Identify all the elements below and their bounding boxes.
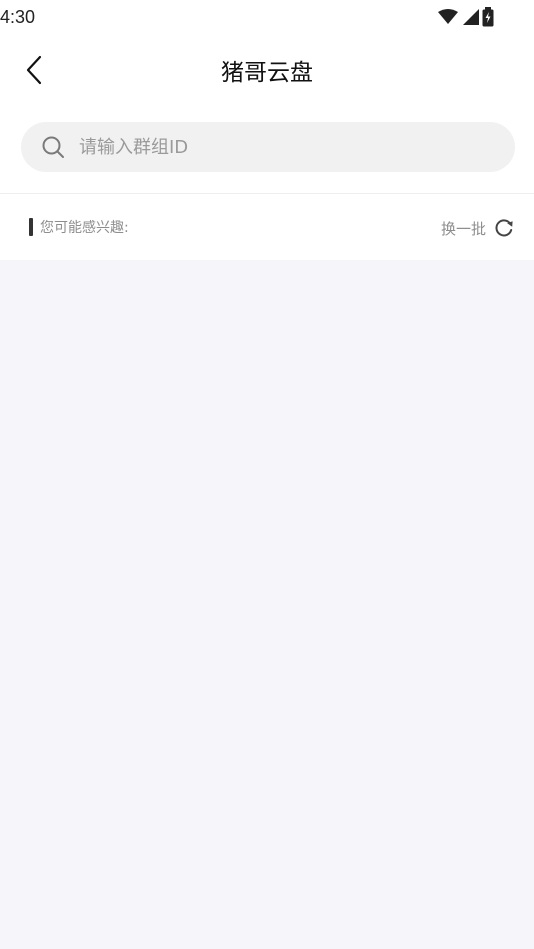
title-bar: 猪哥云盘 xyxy=(0,44,534,96)
search-icon xyxy=(42,136,64,158)
suggestions-list xyxy=(0,260,534,949)
signal-icon xyxy=(463,9,479,25)
search-input[interactable] xyxy=(79,136,479,158)
battery-icon xyxy=(482,7,494,27)
page-title: 猪哥云盘 xyxy=(221,60,313,86)
top-panel: 4:30 猪哥云盘 请输入群组ID 您可能感兴趣: 换一批 xyxy=(0,0,534,260)
suggestions-label: 您可能感兴趣: xyxy=(40,220,129,236)
status-icons xyxy=(438,7,494,27)
status-bar: 4:30 xyxy=(0,0,534,36)
status-time: 4:30 xyxy=(0,7,36,27)
refresh-icon xyxy=(495,219,513,237)
search-bar[interactable] xyxy=(21,122,515,172)
divider xyxy=(0,193,534,194)
suggestions-header: 您可能感兴趣: 换一批 xyxy=(0,210,534,246)
refresh-button[interactable]: 换一批 xyxy=(441,214,514,242)
refresh-label: 换一批 xyxy=(440,219,486,238)
section-accent-bar xyxy=(29,218,33,236)
wifi-icon xyxy=(438,9,458,24)
